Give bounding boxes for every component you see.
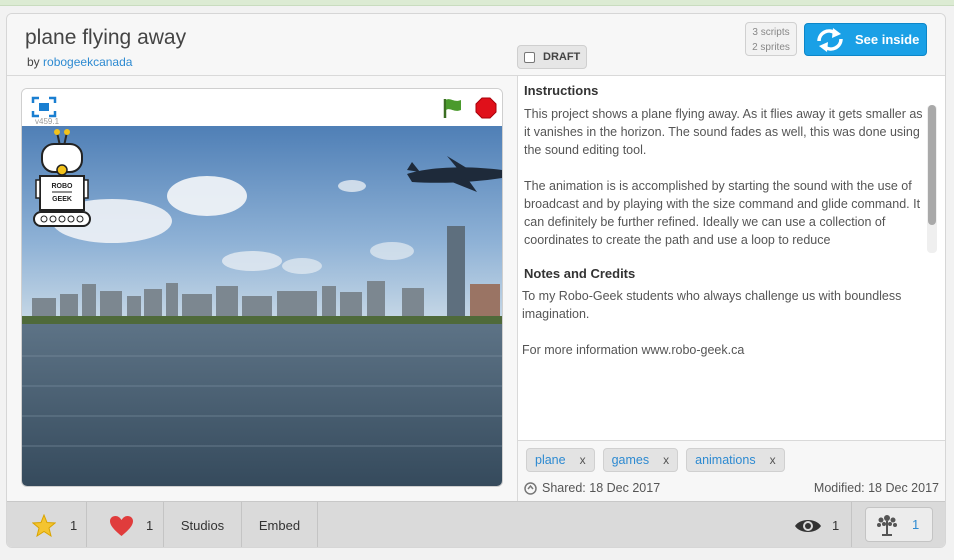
tag-item[interactable]: games x [602,448,679,472]
by-prefix: by [27,55,40,69]
tag-remove-button[interactable]: x [663,453,669,467]
eye-icon [795,519,821,532]
tag-label[interactable]: plane [535,453,566,467]
views-count: 1 [832,518,840,533]
project-byline: by robogeekcanada [27,55,132,69]
remix-tree-button[interactable]: 1 [865,507,933,542]
project-player: v459.1 ROBO GEEK [21,88,503,487]
tag-remove-button[interactable]: x [770,453,776,467]
scripts-count: 3 scripts [752,27,790,38]
love-button[interactable]: 1 [87,502,164,547]
share-icon [524,481,537,495]
author-link[interactable]: robogeekcanada [43,55,132,69]
notes-title: Notes and Credits [524,266,636,281]
project-header: plane flying away by robogeekcanada DRAF… [7,14,945,76]
project-details: Instructions This project shows a plane … [517,76,945,501]
instructions-panel[interactable]: Instructions This project shows a plane … [518,76,945,254]
draft-label: DRAFT [543,51,581,63]
instructions-text: This project shows a plane flying away. … [524,107,923,247]
project-stage[interactable]: ROBO GEEK [22,126,502,486]
shared-date-text: Shared: 18 Dec 2017 [542,481,661,495]
top-banner-strip [0,0,954,6]
instructions-title: Instructions [524,83,599,98]
embed-button[interactable]: Embed [242,502,318,547]
draft-badge[interactable]: DRAFT [517,45,587,69]
notes-panel[interactable]: Notes and Credits To my Robo-Geek studen… [518,254,945,441]
tag-label[interactable]: animations [695,453,755,467]
tag-remove-button[interactable]: x [580,453,586,467]
stage-scene: ROBO GEEK [22,126,502,486]
favorite-button[interactable]: 1 [7,502,87,547]
notes-text: To my Robo-Geek students who always chal… [522,289,902,357]
tag-item[interactable]: plane x [526,448,595,472]
remix-tree-icon [877,514,897,536]
fullscreen-icon[interactable] [31,96,57,118]
tag-item[interactable]: animations x [686,448,785,472]
svg-text:GEEK: GEEK [52,196,72,203]
remix-arrows-icon [817,27,843,52]
draft-checkbox[interactable] [524,51,535,63]
see-inside-label: See inside [855,32,920,47]
svg-text:ROBO: ROBO [52,183,74,190]
tag-label[interactable]: games [612,453,650,467]
green-flag-icon[interactable] [442,97,464,119]
sprites-count: 2 sprites [752,42,790,53]
embed-label: Embed [258,518,301,533]
favorite-count: 1 [70,518,78,533]
views-stat: 1 [792,502,852,547]
shared-date: Shared: 18 Dec 2017 [524,481,660,495]
star-icon [32,514,56,537]
instructions-scrollbar[interactable] [927,105,937,253]
project-stats-bar: 1 1 Studios Embed 1 1 [7,501,945,547]
player-controls: v459.1 [22,89,502,126]
see-inside-button[interactable]: See inside [804,23,927,56]
tags-list: plane x games x animations x [526,448,785,472]
studios-button[interactable]: Studios [164,502,242,547]
studios-label: Studios [180,518,225,533]
modified-date: Modified: 18 Dec 2017 [813,481,939,495]
stop-icon[interactable] [475,97,497,119]
project-title[interactable]: plane flying away [25,26,186,50]
player-version: v459.1 [35,117,60,126]
love-count: 1 [146,518,154,533]
project-card: plane flying away by robogeekcanada DRAF… [6,13,946,548]
remix-count: 1 [912,517,920,532]
project-counts: 3 scripts 2 sprites [745,22,797,56]
heart-icon [110,515,133,536]
